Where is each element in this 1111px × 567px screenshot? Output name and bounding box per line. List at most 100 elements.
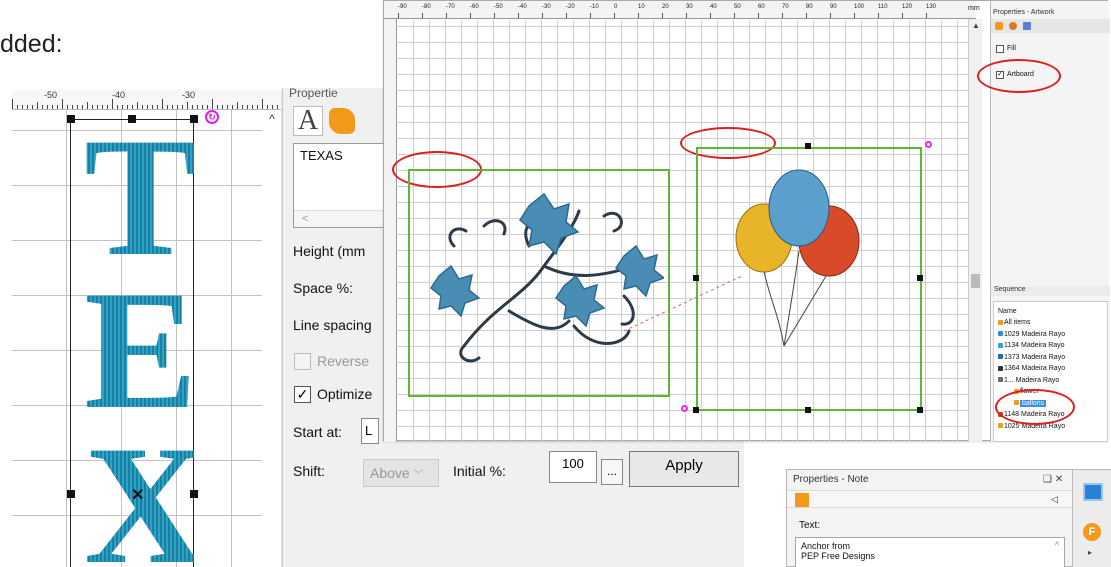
space-label: Space %: (293, 280, 353, 296)
resize-handle[interactable] (67, 115, 75, 123)
ruler-tick (37, 102, 38, 109)
ruler-tick (830, 13, 831, 18)
image-icon[interactable] (1083, 483, 1103, 501)
ruler-number: -10 (590, 4, 599, 10)
sequence-item[interactable]: 1... Madeira Rayo (998, 377, 1059, 384)
sequence-item[interactable]: 1134 Madeira Rayo (998, 342, 1065, 349)
artwork-icon[interactable] (995, 22, 1003, 30)
ruler-number: -30 (182, 90, 196, 100)
ruler-tick (82, 105, 83, 109)
horizontal-ruler: -90 -80 -70 -60 -50 -40 -30 -20 -10 0 10 20 30 40 50 60… (384, 1, 976, 19)
more-options-button[interactable]: ... (601, 459, 623, 485)
ruler-tick (52, 105, 53, 109)
balloons-design[interactable] (724, 166, 874, 356)
ruler-tick (272, 105, 273, 109)
ruler-tick (77, 105, 78, 109)
ruler-tick (42, 105, 43, 109)
sequence-header: Sequence (991, 286, 1110, 296)
optimize-checkbox[interactable]: ✓ (294, 386, 311, 403)
ruler-tick (758, 13, 759, 18)
ruler-tick (32, 105, 33, 109)
ruler-tick (242, 105, 243, 109)
thread-color-icon (998, 354, 1003, 360)
ruler-tick (277, 105, 278, 109)
ruler-unit-label: mm (968, 5, 980, 12)
resize-handle[interactable] (693, 407, 699, 413)
start-at-select[interactable]: L (361, 418, 379, 444)
sequence-item[interactable]: 1364 Madeira Rayo (998, 365, 1065, 372)
ruler-tick (590, 13, 591, 18)
note-text-field[interactable]: Anchor from PEP Free Designs ^ (795, 537, 1065, 567)
scroll-up-icon[interactable]: ^ (1055, 540, 1059, 550)
shift-label: Shift: (293, 463, 325, 479)
ruler-tick (222, 105, 223, 109)
name-column-header: Name (998, 308, 1017, 315)
ruler-tick (662, 13, 663, 18)
collapse-icon[interactable]: ◁ (1051, 494, 1058, 505)
ruler-number: 10 (638, 4, 645, 10)
sequence-item[interactable]: All items (998, 319, 1030, 326)
sequence-item[interactable]: 1373 Madeira Rayo (998, 354, 1065, 361)
shape-tab-icon[interactable] (329, 108, 355, 134)
reverse-checkbox[interactable] (294, 353, 311, 370)
note-tab-icon[interactable] (795, 493, 809, 507)
thread-color-icon (998, 331, 1003, 337)
ruler-tick (518, 13, 519, 18)
vertical-ruler (384, 19, 397, 442)
ruler-number: 130 (926, 4, 937, 10)
ruler-tick (212, 99, 213, 109)
ruler-number: -50 (494, 4, 503, 10)
resize-handle[interactable] (917, 407, 923, 413)
resize-handle[interactable] (805, 143, 811, 149)
ruler-number: 60 (758, 4, 765, 10)
apply-button[interactable]: Apply (629, 451, 739, 487)
shift-select[interactable]: Above ﹀ (363, 459, 439, 487)
scrollbar-thumb[interactable] (971, 274, 980, 288)
font-icon[interactable]: F (1083, 523, 1101, 541)
sequence-item[interactable]: 1029 Madeira Rayo (998, 331, 1065, 338)
scroll-up-icon[interactable]: ^ (265, 112, 279, 126)
text-input-area[interactable]: TEXAS < (293, 143, 393, 228)
sequence-item-label: All items (1004, 319, 1031, 326)
resize-handle[interactable] (67, 490, 75, 498)
ruler-tick (494, 13, 495, 18)
text-label: Text: (799, 520, 821, 531)
ruler-number: -60 (470, 4, 479, 10)
rotate-handle-icon[interactable] (925, 141, 932, 148)
line-spacing-label: Line spacing (293, 317, 372, 333)
horizontal-scrollbar[interactable]: < (294, 210, 392, 227)
ruler-tick (267, 105, 268, 109)
resize-handle[interactable] (805, 407, 811, 413)
ruler-tick (566, 13, 567, 18)
fill-checkbox[interactable] (996, 45, 1004, 53)
shape-icon[interactable] (1009, 22, 1017, 30)
ruler-tick (422, 13, 423, 18)
rotate-handle-icon[interactable] (681, 405, 688, 412)
ruler-tick (710, 13, 711, 18)
thread-color-icon (998, 377, 1003, 383)
note-line: Anchor from (801, 541, 851, 551)
ruler-tick (227, 105, 228, 109)
resize-handle[interactable] (917, 275, 923, 281)
height-label: Height (mm (293, 243, 366, 259)
panel-controls[interactable]: ❑ ✕ (1043, 474, 1063, 485)
initial-percent-input[interactable]: 100 (549, 451, 597, 483)
ruler-tick (398, 13, 399, 18)
ruler-number: -50 (44, 90, 58, 100)
ruler-tick (57, 105, 58, 109)
settings-icon[interactable] (1023, 22, 1031, 30)
note-tab-bar: ◁ (787, 490, 1072, 508)
rotate-handle-icon[interactable]: ↻ (205, 110, 219, 124)
text-tab-icon[interactable]: A (293, 106, 323, 136)
ruler-number: 90 (830, 4, 837, 10)
ruler-tick (27, 105, 28, 109)
ruler-tick (247, 105, 248, 109)
sequence-item-label: 1029 Madeira Rayo (1004, 330, 1066, 338)
ruler-number: -20 (566, 4, 575, 10)
ruler-number: 0 (614, 4, 618, 10)
embroidery-canvas-left[interactable]: -50 -40 -30 ^ ↻ T E X ✕ (12, 90, 282, 567)
expand-arrow-icon[interactable]: ▸ (1088, 548, 1092, 557)
scroll-up-icon[interactable]: ▲ (969, 21, 983, 30)
ruler-number: 50 (734, 4, 741, 10)
reverse-label: Reverse (317, 353, 370, 369)
